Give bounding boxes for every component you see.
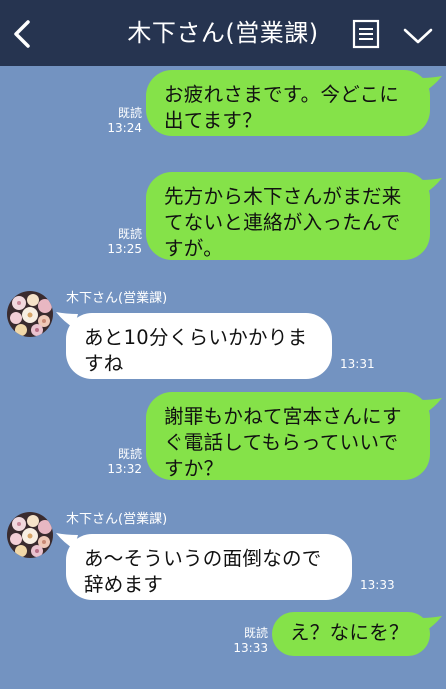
message-line: あと10分くらいかかりま: [84, 326, 308, 349]
bubble-tail: [420, 76, 442, 92]
message-line: え？なにを？: [290, 621, 409, 644]
message-meta: 既読 13:24: [104, 106, 142, 136]
chevron-down-icon[interactable]: [402, 26, 434, 46]
message-meta: 既読 13:25: [104, 227, 142, 257]
message-line: すね: [84, 352, 124, 375]
message-bubble[interactable]: 謝罪もかねて宮本さんにす ぐ電話してもらっていいで すか？: [146, 392, 430, 480]
message-line: 謝罪もかねて宮本さんにす: [164, 405, 402, 428]
bubble-tail: [56, 533, 78, 549]
read-receipt: 既読: [117, 227, 142, 241]
read-receipt: 既読: [117, 106, 142, 120]
timestamp: 13:33: [233, 641, 268, 655]
message-line: てないと連絡が入ったんで: [164, 211, 401, 234]
bubble-tail: [56, 312, 78, 328]
bubble-tail: [420, 178, 442, 194]
message-line: すが。: [164, 237, 224, 260]
message-meta: 既読 13:33: [230, 626, 268, 656]
flower-avatar-icon: [7, 291, 53, 337]
message-bubble[interactable]: あと10分くらいかかりま すね: [66, 313, 332, 379]
timestamp: 13:24: [107, 121, 142, 135]
message-line: お疲れさまです。今どこに: [164, 83, 400, 106]
message-bubble[interactable]: 先方から木下さんがまだ来 てないと連絡が入ったんで すが。: [146, 172, 430, 260]
message-line: 辞めます: [84, 573, 164, 596]
timestamp: 13:32: [107, 462, 142, 476]
message-line: すか？: [164, 457, 224, 480]
message-meta: 既読 13:32: [104, 447, 142, 477]
message-line: ぐ電話してもらっていいで: [164, 431, 399, 454]
message-line: 出てます？: [164, 109, 263, 132]
message-bubble[interactable]: え？なにを？: [272, 612, 430, 656]
message-bubble[interactable]: あ～そういうの面倒なので 辞めます: [66, 534, 352, 600]
read-receipt: 既読: [117, 447, 142, 461]
sender-name: 木下さん(営業課): [66, 291, 168, 306]
timestamp: 13:31: [340, 357, 375, 371]
message-bubble[interactable]: お疲れさまです。今どこに 出てます？: [146, 70, 430, 136]
message-line: あ～そういうの面倒なので: [84, 547, 322, 570]
flower-avatar-icon: [7, 512, 53, 558]
timestamp: 13:25: [107, 242, 142, 256]
read-receipt: 既読: [243, 626, 268, 640]
avatar[interactable]: [7, 512, 53, 558]
sender-name: 木下さん(営業課): [66, 512, 168, 527]
message-line: 先方から木下さんがまだ来: [164, 185, 402, 208]
memo-list-icon[interactable]: [352, 19, 380, 49]
bubble-tail: [420, 616, 442, 632]
bubble-tail: [420, 398, 442, 414]
avatar[interactable]: [7, 291, 53, 337]
timestamp: 13:33: [360, 578, 395, 592]
chat-header: 木下さん(営業課): [0, 0, 446, 66]
